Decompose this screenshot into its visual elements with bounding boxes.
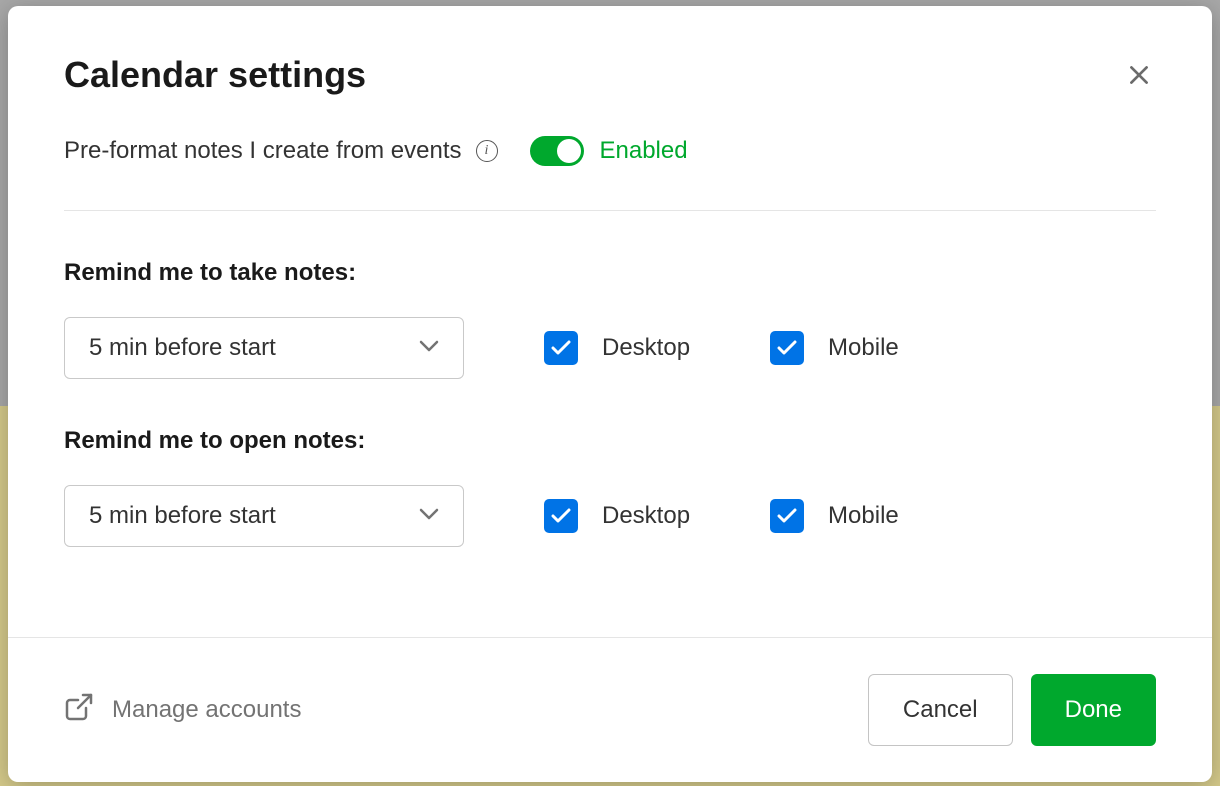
calendar-settings-modal: Calendar settings Pre-format notes I cre… bbox=[8, 6, 1212, 782]
external-link-icon bbox=[64, 692, 94, 729]
remind-open-mobile-item: Mobile bbox=[770, 499, 899, 533]
check-icon bbox=[551, 508, 571, 524]
modal-header: Calendar settings bbox=[8, 6, 1212, 96]
remind-take-desktop-label: Desktop bbox=[602, 334, 690, 362]
remind-take-mobile-label: Mobile bbox=[828, 334, 899, 362]
remind-open-heading: Remind me to open notes: bbox=[64, 427, 1156, 455]
done-button-label: Done bbox=[1065, 696, 1122, 724]
remind-take-desktop-item: Desktop bbox=[544, 331, 690, 365]
remind-open-select-value: 5 min before start bbox=[89, 502, 276, 530]
remind-open-desktop-checkbox[interactable] bbox=[544, 499, 578, 533]
remind-take-select-value: 5 min before start bbox=[89, 334, 276, 362]
check-icon bbox=[777, 508, 797, 524]
chevron-down-icon bbox=[419, 339, 439, 358]
manage-accounts-label: Manage accounts bbox=[112, 696, 301, 724]
check-icon bbox=[777, 340, 797, 356]
remind-open-controls: 5 min before start Desktop bbox=[64, 485, 1156, 547]
remind-open-select[interactable]: 5 min before start bbox=[64, 485, 464, 547]
remind-take-controls: 5 min before start Desktop bbox=[64, 317, 1156, 379]
check-icon bbox=[551, 340, 571, 356]
remind-open-notes-section: Remind me to open notes: 5 min before st… bbox=[64, 379, 1156, 547]
manage-accounts-link[interactable]: Manage accounts bbox=[64, 692, 301, 729]
done-button[interactable]: Done bbox=[1031, 674, 1156, 746]
chevron-down-icon bbox=[419, 507, 439, 526]
preformat-label: Pre-format notes I create from events bbox=[64, 137, 462, 165]
cancel-button[interactable]: Cancel bbox=[868, 674, 1013, 746]
toggle-knob bbox=[557, 139, 581, 163]
info-icon[interactable]: i bbox=[476, 140, 498, 162]
remind-take-heading: Remind me to take notes: bbox=[64, 259, 1156, 287]
remind-take-notes-section: Remind me to take notes: 5 min before st… bbox=[64, 211, 1156, 379]
cancel-button-label: Cancel bbox=[903, 696, 978, 724]
remind-take-select[interactable]: 5 min before start bbox=[64, 317, 464, 379]
close-icon bbox=[1126, 62, 1152, 88]
preformat-row: Pre-format notes I create from events i … bbox=[64, 136, 1156, 211]
modal-title: Calendar settings bbox=[64, 54, 366, 96]
modal-body: Pre-format notes I create from events i … bbox=[8, 96, 1212, 637]
remind-take-mobile-item: Mobile bbox=[770, 331, 899, 365]
footer-buttons: Cancel Done bbox=[868, 674, 1156, 746]
preformat-toggle[interactable] bbox=[530, 136, 584, 166]
remind-open-mobile-checkbox[interactable] bbox=[770, 499, 804, 533]
remind-open-desktop-label: Desktop bbox=[602, 502, 690, 530]
remind-open-mobile-label: Mobile bbox=[828, 502, 899, 530]
preformat-enabled-label: Enabled bbox=[600, 137, 688, 165]
close-button[interactable] bbox=[1122, 58, 1156, 92]
remind-take-mobile-checkbox[interactable] bbox=[770, 331, 804, 365]
remind-take-desktop-checkbox[interactable] bbox=[544, 331, 578, 365]
remind-open-desktop-item: Desktop bbox=[544, 499, 690, 533]
modal-footer: Manage accounts Cancel Done bbox=[8, 637, 1212, 782]
